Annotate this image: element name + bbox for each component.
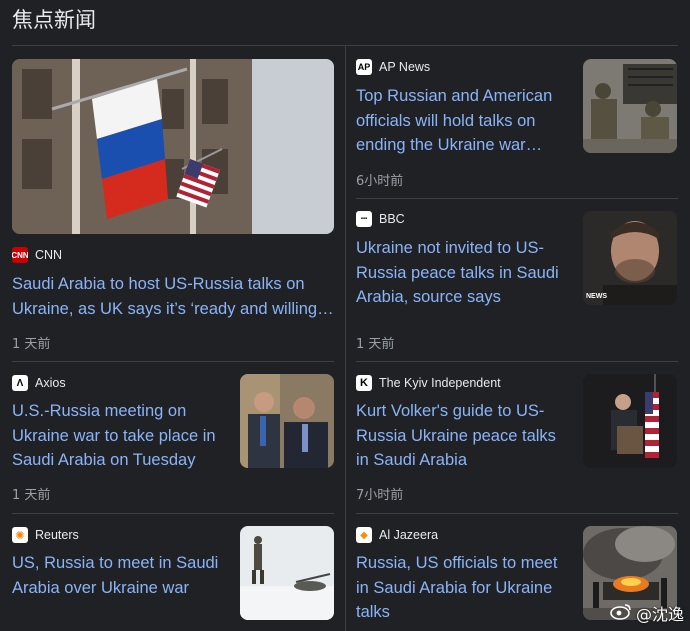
headline-link[interactable]: Russia, US officials to meet in Saudi Ar… (356, 551, 566, 625)
article-image-officials[interactable] (240, 374, 334, 468)
kyiv-independent-logo-icon: K (356, 375, 372, 391)
source-name: Reuters (35, 528, 79, 542)
headline-link[interactable]: U.S.-Russia meeting on Ukraine war to ta… (12, 399, 227, 473)
article-image-snow-soldier[interactable] (240, 526, 334, 620)
news-source: ◆ Al Jazeera (356, 527, 438, 543)
timestamp: 1 天前 (12, 488, 51, 503)
weibo-icon (610, 602, 632, 624)
headline-link[interactable]: Top Russian and American officials will … (356, 84, 566, 158)
news-card-bbc[interactable]: ▪▪▪ BBC Ukraine not invited to US-Russia… (346, 199, 690, 361)
ap-logo-icon: AP (356, 59, 372, 75)
source-name: Al Jazeera (379, 528, 439, 542)
timestamp: 1 天前 (12, 337, 51, 352)
headline-link[interactable]: US, Russia to meet in Saudi Arabia over … (12, 551, 227, 600)
reuters-logo-icon: ✺ (12, 527, 28, 543)
article-image-flags[interactable] (12, 59, 334, 234)
headline-link[interactable]: Saudi Arabia to host US-Russia talks on … (12, 272, 336, 321)
weibo-watermark: @沈逸 (610, 601, 684, 625)
source-name: BBC (379, 212, 405, 226)
watermark-text: @沈逸 (635, 605, 684, 624)
news-card-ap[interactable]: AP AP News Top Russian and American offi… (346, 47, 690, 198)
bbc-logo-icon: ▪▪▪ (356, 211, 372, 227)
news-card-cnn[interactable]: CNN CNN Saudi Arabia to host US-Russia t… (0, 0, 345, 361)
article-image-portrait[interactable]: NEWS (583, 211, 677, 305)
news-source: ▪▪▪ BBC (356, 211, 405, 227)
news-card-kyiv-independent[interactable]: K The Kyiv Independent Kurt Volker's gui… (346, 362, 690, 513)
image-caption: NEWS (586, 293, 607, 300)
headline-link[interactable]: Kurt Volker's guide to US-Russia Ukraine… (356, 399, 566, 473)
timestamp: 1 天前 (356, 337, 395, 352)
timestamp: 6小时前 (356, 174, 404, 189)
article-image-soldiers[interactable] (583, 59, 677, 153)
timestamp: 7小时前 (356, 488, 404, 503)
news-source: Λ Axios (12, 375, 66, 391)
source-name: AP News (379, 60, 431, 74)
article-image-podium[interactable] (583, 374, 677, 468)
headline-link[interactable]: Ukraine not invited to US-Russia peace t… (356, 236, 566, 310)
source-name: CNN (35, 248, 63, 262)
news-source: CNN CNN (12, 247, 62, 263)
cnn-logo-icon: CNN (12, 247, 28, 263)
news-source: ✺ Reuters (12, 527, 79, 543)
al-jazeera-logo-icon: ◆ (356, 527, 372, 543)
axios-logo-icon: Λ (12, 375, 28, 391)
source-name: Axios (35, 376, 66, 390)
news-card-axios[interactable]: Λ Axios U.S.-Russia meeting on Ukraine w… (0, 362, 345, 513)
news-source: AP AP News (356, 59, 430, 75)
news-source: K The Kyiv Independent (356, 375, 501, 391)
news-card-reuters[interactable]: ✺ Reuters US, Russia to meet in Saudi Ar… (0, 514, 345, 631)
source-name: The Kyiv Independent (379, 376, 501, 390)
